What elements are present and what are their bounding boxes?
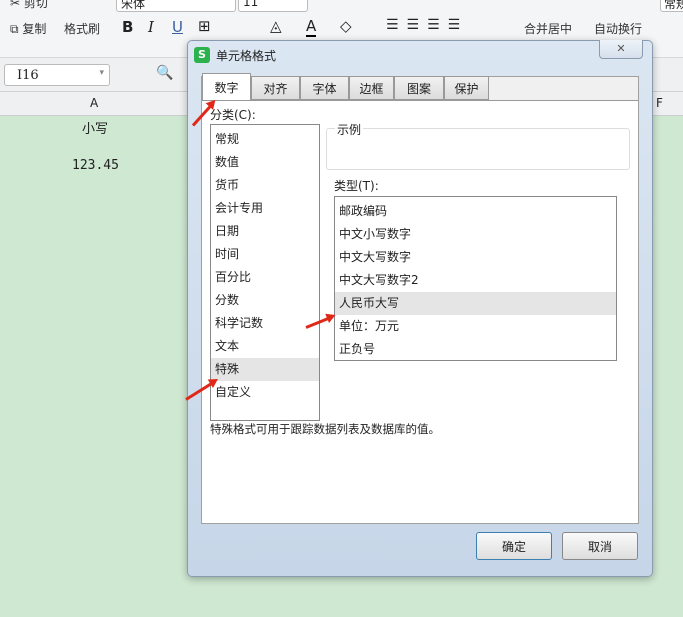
sample-label: 示例 [335,121,364,138]
cell-a3[interactable]: 123.45 [72,158,119,173]
list-item[interactable]: 日期 [211,220,319,243]
cancel-button[interactable]: 取消 [562,532,638,560]
tab-5[interactable]: 保护 [444,76,489,100]
ok-label: 确定 [501,539,526,554]
list-item[interactable]: 中文大写数字2 [335,269,616,292]
format-cells-dialog: S 单元格格式 ✕ 分类(C): 常规 数值 货币 会计专用 日期 时间 百分比 分数 科学记数… [187,40,653,577]
list-item[interactable]: 常规 [211,128,319,151]
tab-1[interactable]: 对齐 [251,76,300,100]
list-item[interactable]: 正负号 [335,338,616,361]
tab-4[interactable]: 图案 [394,76,444,100]
merge-center-button[interactable]: 合并居中 [524,20,572,37]
list-item[interactable]: 单位：万元 [335,315,616,338]
clear-format-icon[interactable]: ◇ [340,17,352,35]
copy-button[interactable]: ⧉ 复制 [10,20,46,37]
list-item[interactable]: 文本 [211,335,319,358]
font-size-value: 11 [243,0,259,9]
name-box[interactable]: I16 ▾ [4,64,110,86]
close-button[interactable]: ✕ [599,40,643,59]
type-label: 类型(T): [334,179,379,193]
close-icon: ✕ [616,42,626,55]
number-tab-content: 分类(C): 常规 数值 货币 会计专用 日期 时间 百分比 分数 科学记数 文本 特殊 自定义 示例… [202,100,638,523]
fill-color-icon[interactable]: ◬ [270,17,282,35]
column-f-header[interactable]: F [656,96,663,110]
list-item[interactable]: 百分比 [211,266,319,289]
font-name-value: 宋体 [121,0,146,11]
cut-label: 剪切 [23,0,48,10]
chevron-down-icon: ▾ [99,68,104,78]
list-item[interactable]: 科学记数 [211,312,319,335]
description-text: 特殊格式可用于跟踪数据列表及数据库的值。 [210,422,440,436]
wrap-text-button[interactable]: 自动换行 [594,20,642,37]
dialog-panel: 分类(C): 常规 数值 货币 会计专用 日期 时间 百分比 分数 科学记数 文本 特殊 自定义 示例… [201,73,639,524]
cell-a1[interactable]: 小写 [82,118,108,137]
category-label: 分类(C): [210,108,256,122]
tab-0[interactable]: 数字 [202,73,251,100]
list-item[interactable]: 会计专用 [211,197,319,220]
align-icons[interactable]: ☰☰☰☰ [386,17,468,33]
cancel-label: 取消 [587,539,612,554]
font-color-icon[interactable]: A [306,17,317,37]
format-painter-button[interactable]: 格式刷 [64,20,100,37]
ok-button[interactable]: 确定 [476,532,552,560]
border-icon[interactable]: ⊞ [198,17,211,35]
tab-2[interactable]: 字体 [300,76,349,100]
app-icon: S [194,47,210,63]
copy-label: 复制 [22,22,47,36]
column-a-header[interactable]: A [90,96,98,110]
bold-button[interactable]: B [122,18,133,36]
list-item[interactable]: 自定义 [211,381,319,404]
category-list[interactable]: 常规 数值 货币 会计专用 日期 时间 百分比 分数 科学记数 文本 特殊 自定义 [210,124,320,421]
list-item[interactable]: 中文小写数字 [335,223,616,246]
list-item[interactable]: 分数 [211,289,319,312]
number-format-value: 常规 [664,0,683,11]
italic-button[interactable]: I [148,18,154,36]
underline-button[interactable]: U [172,18,183,36]
dialog-title: 单元格格式 [216,49,277,63]
list-item[interactable]: 特殊 [211,358,319,381]
list-item[interactable]: 人民币大写 [335,292,616,315]
cell-ref: I16 [17,68,39,83]
cut-button[interactable]: ✂ 剪切 [10,0,48,11]
zoom-icon[interactable]: 🔍 [156,65,173,81]
sample-box: 示例 [326,121,630,170]
font-size-select[interactable]: 11 [238,0,308,12]
list-item[interactable]: 时间 [211,243,319,266]
tab-3[interactable]: 边框 [349,76,394,100]
list-item[interactable]: 中文大写数字 [335,246,616,269]
font-name-select[interactable]: 宋体 [116,0,236,12]
list-item[interactable]: 货币 [211,174,319,197]
list-item[interactable]: 邮政编码 [335,200,616,223]
number-format-select[interactable]: 常规 [660,0,683,12]
type-list[interactable]: 邮政编码 中文小写数字 中文大写数字 中文大写数字2 人民币大写 单位：万元 正负号 [334,196,617,361]
list-item[interactable]: 数值 [211,151,319,174]
